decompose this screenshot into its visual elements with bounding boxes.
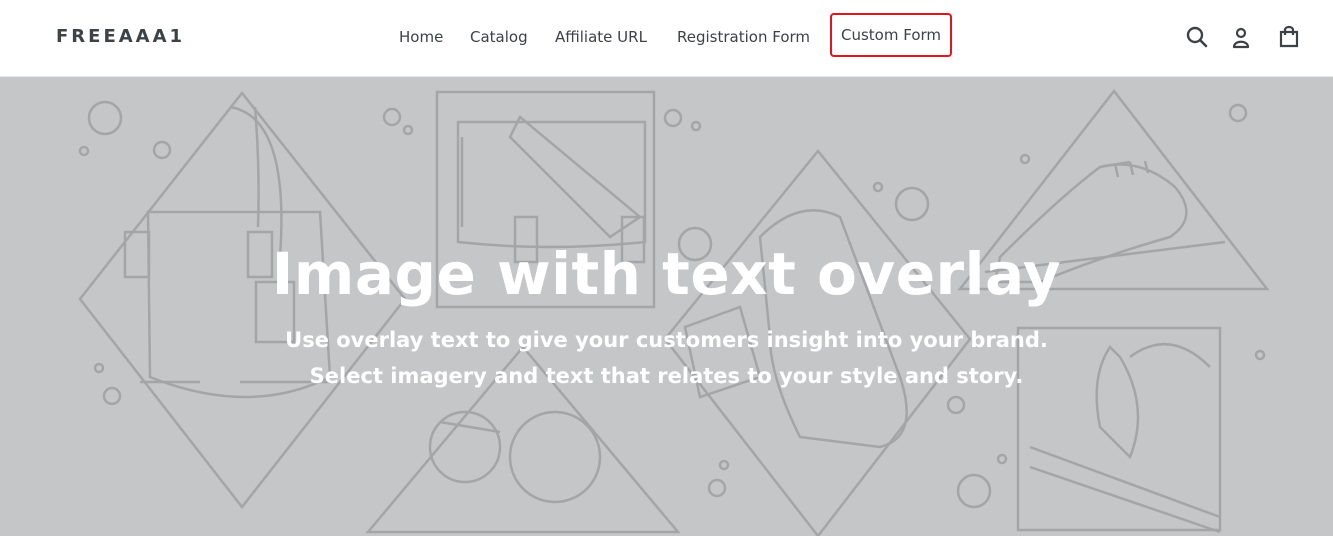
nav-affiliate-url[interactable]: Affiliate URL — [555, 27, 647, 47]
nav-custom-form[interactable]: Custom Form — [829, 13, 953, 57]
nav-registration-form[interactable]: Registration Form — [677, 27, 810, 47]
main-nav: Home Catalog Affiliate URL Registration … — [0, 0, 1333, 77]
account-icon[interactable] — [1230, 25, 1256, 51]
cart-icon[interactable] — [1277, 24, 1303, 50]
hero-subtitle-line-2: Select imagery and text that relates to … — [309, 364, 1024, 388]
nav-home[interactable]: Home — [399, 27, 443, 47]
site-header: FREEAAA1 Home Catalog Affiliate URL Regi… — [0, 0, 1333, 77]
search-icon[interactable] — [1185, 25, 1211, 51]
hero-title: Image with text overlay — [271, 240, 1062, 308]
hero-banner: Image with text overlay Use overlay text… — [0, 77, 1333, 536]
nav-catalog[interactable]: Catalog — [470, 27, 528, 47]
hero-subtitle-line-1: Use overlay text to give your customers … — [285, 328, 1048, 352]
